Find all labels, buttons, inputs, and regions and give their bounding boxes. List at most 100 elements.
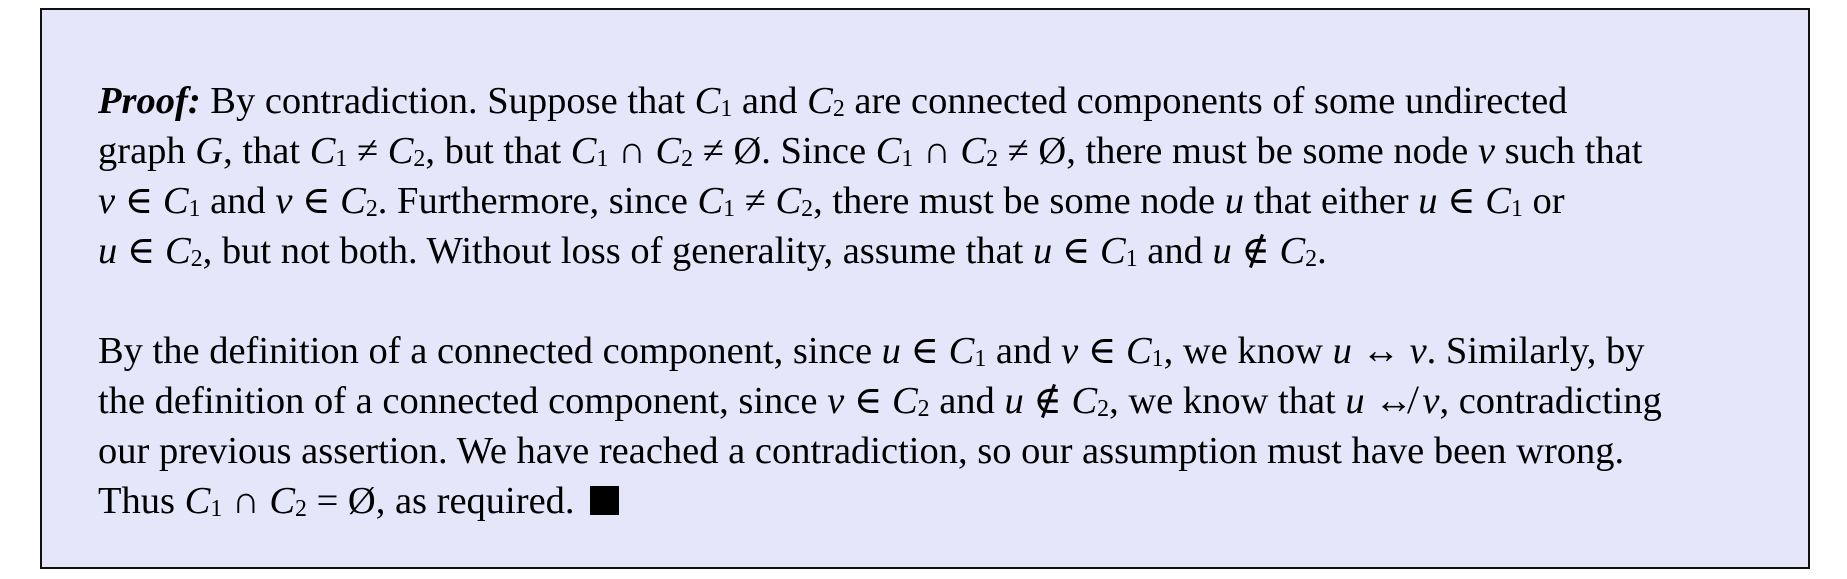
proof-box: Proof: By contradiction. Suppose that C1… <box>40 8 1810 569</box>
math-variable: C1 <box>185 480 223 522</box>
variable-symbol: C <box>807 80 833 122</box>
text-line: v ∈ C1 and v ∈ C2. Furthermore, since C1… <box>98 176 1778 226</box>
text-run: ∩ <box>913 130 961 172</box>
math-variable: v <box>827 380 844 422</box>
math-variable: C1 <box>697 180 735 222</box>
text-run: . <box>1317 230 1327 272</box>
variable-symbol: C <box>694 80 721 122</box>
text-run: , but that <box>425 130 571 172</box>
text-run: ∉ <box>1023 380 1072 422</box>
math-variable: C2 <box>655 130 693 172</box>
text-run: are connected components of some undirec… <box>844 80 1568 122</box>
variable-symbol: v <box>1477 130 1495 172</box>
variable-subscript: 2 <box>365 195 378 222</box>
text-run: ∩ <box>222 480 270 522</box>
math-variable: C1 <box>876 130 914 172</box>
text-run: , we know <box>1163 330 1333 372</box>
variable-symbol: v <box>275 180 293 222</box>
math-variable: C2 <box>388 130 426 172</box>
math-variable: C1 <box>310 130 348 172</box>
text-run: ∈ <box>1052 230 1101 272</box>
math-variable: C2 <box>1071 380 1109 422</box>
variable-symbol: u <box>1033 230 1053 272</box>
variable-symbol: C <box>891 380 918 422</box>
variable-symbol: u <box>1004 380 1024 422</box>
proof-text: Proof: By contradiction. Suppose that C1… <box>98 76 1778 576</box>
math-variable: v <box>1422 380 1439 422</box>
math-variable: C2 <box>340 180 378 222</box>
text-run: By contradiction. Suppose that <box>200 80 695 122</box>
text-run: and <box>200 180 276 222</box>
variable-subscript: 1 <box>723 195 736 222</box>
text-run: ≠ <box>347 130 388 172</box>
math-variable: u <box>98 230 117 272</box>
text-line: By the definition of a connected compone… <box>98 326 1778 376</box>
text-run: , contradicting <box>1439 380 1662 422</box>
text-run: and <box>929 380 1005 422</box>
math-variable: C1 <box>163 180 201 222</box>
text-run: that either <box>1244 180 1419 222</box>
proof-paragraph: Proof: By contradiction. Suppose that C1… <box>98 76 1778 276</box>
proof-label: Proof: <box>98 80 201 122</box>
math-variable: C1 <box>1100 230 1138 272</box>
text-run: , there must be some node <box>813 180 1225 222</box>
variable-subscript: 1 <box>188 195 201 222</box>
variable-symbol: C <box>1125 330 1152 372</box>
variable-symbol: C <box>875 130 902 172</box>
math-variable: C1 <box>571 130 609 172</box>
variable-symbol: C <box>960 130 987 172</box>
text-run: or <box>1522 180 1565 222</box>
math-variable: C1 <box>1485 180 1523 222</box>
variable-subscript: 2 <box>413 145 426 172</box>
text-run: ∈ <box>115 180 163 222</box>
variable-symbol: C <box>697 180 724 222</box>
variable-symbol: C <box>1100 230 1126 272</box>
math-variable: G <box>195 130 223 172</box>
math-variable: v <box>1410 330 1427 372</box>
text-run: ∈ <box>1437 180 1486 222</box>
text-run: By the definition of a connected compone… <box>98 330 882 372</box>
math-variable: v <box>1478 130 1495 172</box>
text-run: and <box>986 330 1062 372</box>
variable-symbol: u <box>1212 230 1232 272</box>
text-line: graph G, that C1 ≠ C2, but that C1 ∩ C2 … <box>98 126 1778 176</box>
variable-symbol: u <box>1345 380 1365 422</box>
math-variable: C2 <box>165 230 203 272</box>
text-line: our previous assertion. We have reached … <box>98 426 1778 476</box>
math-variable: v <box>275 180 292 222</box>
text-run: ≠ <box>735 180 776 222</box>
text-run: ∩ <box>608 130 656 172</box>
variable-symbol: v <box>1061 330 1079 372</box>
variable-symbol: v <box>1422 380 1440 422</box>
text-run: ∈ <box>900 330 949 372</box>
text-run: our previous assertion. We have reached … <box>98 430 1625 472</box>
math-variable: v <box>98 180 115 222</box>
text-run: such that <box>1494 130 1643 172</box>
variable-symbol: C <box>948 330 975 372</box>
text-run: , we know that <box>1109 380 1346 422</box>
variable-symbol: u <box>1418 180 1438 222</box>
text-run: ∈ <box>844 380 892 422</box>
variable-symbol: v <box>1409 330 1427 372</box>
variable-symbol: C <box>165 230 191 272</box>
variable-symbol: u <box>1224 180 1244 222</box>
variable-symbol: v <box>98 180 116 222</box>
text-run: . Similarly, by <box>1426 330 1645 372</box>
variable-symbol: C <box>1279 230 1306 272</box>
math-variable: u <box>882 330 901 372</box>
text-run: the definition of a connected component,… <box>98 380 828 422</box>
variable-symbol: C <box>162 180 189 222</box>
text-run: ↔ <box>1351 330 1410 372</box>
variable-symbol: G <box>195 130 224 172</box>
text-run: ≠ Ø, there must be some node <box>998 130 1478 172</box>
text-run: ∈ <box>292 180 341 222</box>
text-run: ↮ <box>1364 380 1423 422</box>
variable-subscript: 2 <box>801 195 814 222</box>
variable-symbol: C <box>387 130 414 172</box>
math-variable: u <box>1418 180 1437 222</box>
variable-subscript: 1 <box>1151 345 1164 372</box>
text-line: the definition of a connected component,… <box>98 376 1778 426</box>
variable-symbol: v <box>827 380 845 422</box>
math-variable: C2 <box>960 130 998 172</box>
text-run: , but not both. Without loss of generali… <box>202 230 1034 272</box>
